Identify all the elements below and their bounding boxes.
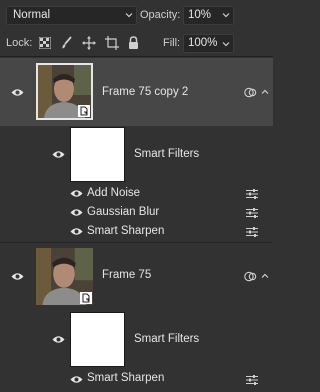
smart-object-badge-icon: [80, 292, 92, 304]
link-rings-icon[interactable]: [244, 86, 257, 99]
smart-filters-row[interactable]: Smart Filters: [0, 126, 273, 184]
move-lock-icon[interactable]: [82, 36, 96, 50]
layer-thumbnail[interactable]: [36, 63, 93, 120]
filter-row[interactable]: Add Noise: [0, 184, 273, 203]
smart-filters-row[interactable]: Smart Filters: [0, 311, 273, 369]
opacity-value: 10%: [188, 9, 212, 21]
eye-icon[interactable]: [52, 335, 65, 344]
blend-mode-value: Normal: [13, 9, 51, 21]
checkerboard-lock-icon[interactable]: [39, 37, 51, 49]
filter-row[interactable]: Smart Sharpen: [0, 369, 273, 392]
filter-name[interactable]: Gaussian Blur: [87, 206, 159, 218]
layer-row[interactable]: Frame 75 copy 2: [0, 58, 273, 126]
layer-options-bar: Normal Opacity: 10%: [0, 0, 273, 31]
filter-row[interactable]: Gaussian Blur: [0, 203, 273, 222]
sliders-icon[interactable]: [246, 227, 258, 237]
filter-mask-thumbnail[interactable]: [70, 127, 125, 182]
link-rings-icon[interactable]: [244, 270, 257, 283]
filter-name[interactable]: Add Noise: [87, 187, 140, 199]
brush-lock-icon[interactable]: [61, 36, 73, 50]
chevron-down-icon[interactable]: [222, 11, 230, 19]
smart-filters-label: Smart Filters: [134, 148, 200, 160]
collapse-caret-icon[interactable]: [261, 88, 269, 96]
smart-object-badge-icon: [78, 105, 90, 117]
smart-filters-label: Smart Filters: [134, 333, 200, 345]
sliders-icon[interactable]: [246, 208, 258, 218]
eye-icon[interactable]: [70, 227, 83, 236]
padlock-icon[interactable]: [128, 36, 139, 49]
lock-fill-bar: Lock: Fill: 100%: [0, 31, 273, 57]
filter-row[interactable]: Smart Sharpen: [0, 222, 273, 242]
eye-icon[interactable]: [52, 150, 65, 159]
fill-label: Fill:: [163, 37, 181, 49]
layer-name[interactable]: Frame 75 copy 2: [102, 86, 188, 98]
eye-icon[interactable]: [11, 272, 24, 281]
filter-name[interactable]: Smart Sharpen: [87, 372, 164, 384]
fill-value: 100%: [188, 37, 218, 49]
opacity-label: Opacity:: [140, 9, 181, 21]
eye-icon[interactable]: [70, 208, 83, 217]
chevron-down-icon[interactable]: [125, 11, 133, 19]
filter-name[interactable]: Smart Sharpen: [87, 225, 164, 237]
layer-name[interactable]: Frame 75: [102, 269, 151, 281]
eye-icon[interactable]: [70, 375, 83, 384]
lock-label: Lock:: [6, 37, 33, 49]
layer-row[interactable]: Frame 75: [0, 243, 273, 311]
layer-thumbnail[interactable]: [36, 248, 93, 305]
chevron-down-icon[interactable]: [222, 40, 230, 48]
eye-icon[interactable]: [70, 189, 83, 198]
collapse-caret-icon[interactable]: [261, 272, 269, 280]
eye-icon[interactable]: [11, 88, 24, 97]
filter-mask-thumbnail[interactable]: [70, 312, 125, 367]
sliders-icon[interactable]: [246, 375, 258, 385]
blend-mode-select[interactable]: Normal: [6, 6, 137, 25]
sliders-icon[interactable]: [246, 189, 258, 199]
artboard-lock-icon[interactable]: [105, 36, 119, 50]
